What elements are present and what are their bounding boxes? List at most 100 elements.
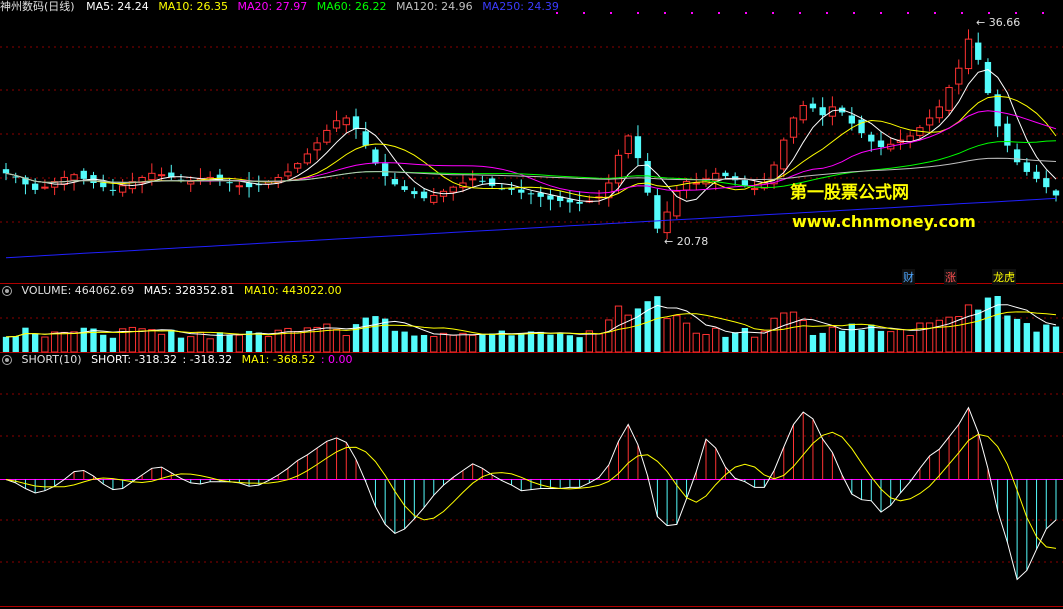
limit-up-tag[interactable]: 涨 xyxy=(944,269,957,285)
volume-bar-up xyxy=(235,334,243,353)
ma20-label: MA20: 27.97 xyxy=(237,0,308,13)
candle-down xyxy=(654,195,661,229)
top-dot xyxy=(826,12,828,14)
stock-chart xyxy=(0,12,1063,607)
volume-bar-down xyxy=(372,316,379,352)
volume-bar-up xyxy=(799,320,807,353)
low-annotation: ← 20.78 xyxy=(664,235,709,248)
candle-down xyxy=(352,116,360,130)
candle-down xyxy=(362,131,369,146)
candle-down xyxy=(644,160,651,193)
candle-up xyxy=(313,142,321,151)
candle-down xyxy=(109,189,117,191)
top-dot xyxy=(610,12,612,14)
candle-down xyxy=(2,169,10,174)
indicator-toggle-icon[interactable] xyxy=(2,286,12,296)
volume-bar-down xyxy=(527,331,535,352)
volume-bar-down xyxy=(168,329,175,352)
short-bars xyxy=(15,407,1057,580)
volume-bar-down xyxy=(819,332,826,352)
volume-bar-down xyxy=(1013,318,1021,352)
candle-up xyxy=(750,188,759,191)
candle-down xyxy=(1052,190,1060,196)
candle-down xyxy=(877,140,885,148)
candle-down xyxy=(1033,171,1040,179)
candle-down xyxy=(994,94,1001,127)
top-dot xyxy=(907,12,909,14)
top-dot xyxy=(853,12,855,14)
volume-bar-up xyxy=(187,336,195,353)
candle-up xyxy=(789,117,798,138)
candle-down xyxy=(858,119,865,134)
volume-bar-down xyxy=(488,333,496,352)
candle-down xyxy=(1004,123,1011,146)
volume-bar-down xyxy=(411,335,418,352)
candle-up xyxy=(955,67,963,85)
volume-bar-up xyxy=(157,333,166,353)
candle-down xyxy=(634,136,642,159)
finance-tag[interactable]: 财 xyxy=(902,269,915,285)
volume-bar-down xyxy=(1033,331,1040,352)
candle-down xyxy=(479,180,486,182)
volume-bar-down xyxy=(537,331,544,352)
ma120-label: MA120: 24.96 xyxy=(395,0,473,13)
volume-bar-up xyxy=(712,327,720,353)
volume-bar-up xyxy=(196,331,205,353)
stock-name: 神州数码(日线) xyxy=(0,0,75,13)
chart-grid xyxy=(0,46,1063,607)
candle-up xyxy=(624,135,632,154)
candle-up xyxy=(799,105,807,121)
indicator-toggle-icon[interactable] xyxy=(2,355,12,365)
candle-down xyxy=(809,103,817,109)
top-dot xyxy=(583,12,585,14)
main-header: 神州数码(日线) MA5: 24.24 MA10: 26.35 MA20: 27… xyxy=(0,0,565,14)
volume-bar-down xyxy=(518,333,525,352)
candle-down xyxy=(848,115,855,124)
top-dot xyxy=(1015,12,1017,14)
candle-up xyxy=(663,211,671,234)
volume-bar-up xyxy=(955,316,963,353)
candle-down xyxy=(391,179,399,185)
volume-bar-up xyxy=(70,331,78,353)
volume-bar-up xyxy=(770,317,778,353)
volume-bar-down xyxy=(1004,315,1011,352)
volume-bar-down xyxy=(566,335,574,352)
volume-bar-up xyxy=(459,332,467,353)
top-dot xyxy=(988,12,990,14)
volume-bar-down xyxy=(479,334,486,352)
volume-bar-down xyxy=(401,331,408,352)
volume-bar-up xyxy=(887,331,895,353)
candle-up xyxy=(964,38,973,70)
volume-bar-up xyxy=(828,326,837,353)
volume-bar-up xyxy=(449,334,457,353)
volume-bar-up xyxy=(760,330,768,353)
candle-down xyxy=(401,186,408,190)
volume-bar-up xyxy=(780,312,788,353)
candle-down xyxy=(420,191,428,199)
candle-down xyxy=(518,189,525,193)
candle-down xyxy=(819,107,826,116)
short-zero-value: : 0.00 xyxy=(320,353,353,366)
volume-bar-down xyxy=(255,332,262,352)
dragon-tiger-tag[interactable]: 龙虎 xyxy=(992,269,1016,285)
top-dot xyxy=(961,12,963,14)
candle-down xyxy=(12,176,19,178)
top-dot xyxy=(772,12,774,14)
volume-bar-up xyxy=(692,332,700,353)
volume-bar-down xyxy=(848,323,855,352)
volume-bar-down xyxy=(868,324,875,352)
volume-bar-down xyxy=(100,334,107,352)
short-value: SHORT: -318.32 xyxy=(91,353,177,366)
candle-down xyxy=(80,170,87,179)
candle-up xyxy=(157,174,166,177)
candle-down xyxy=(488,178,496,186)
candle-up xyxy=(294,163,302,169)
candle-down xyxy=(382,163,389,177)
top-dot xyxy=(718,12,720,14)
volume-bar-down xyxy=(2,336,10,352)
top-dot xyxy=(934,12,936,14)
volume-bar-up xyxy=(896,328,905,353)
volume-bar-up xyxy=(264,336,273,353)
candle-up xyxy=(70,174,78,181)
candle-up xyxy=(41,186,49,189)
